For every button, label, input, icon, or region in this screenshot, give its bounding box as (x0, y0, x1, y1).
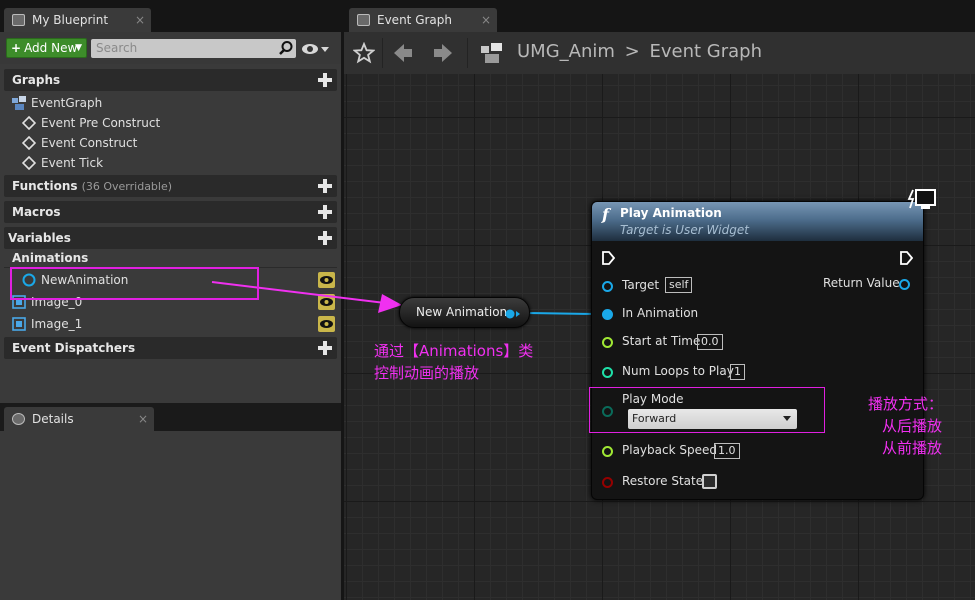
target-label: Target (622, 278, 660, 292)
highlight-play-mode (589, 387, 825, 433)
playback-speed-pin[interactable] (602, 446, 613, 457)
object-output-pin[interactable] (504, 308, 522, 320)
annotation-play-mode-line1: 播放方式： (868, 395, 944, 413)
annotation-animations-line2: 控制动画的播放 (374, 364, 480, 382)
target-input-pin[interactable] (602, 281, 613, 292)
return-value-pin[interactable] (899, 279, 910, 290)
restore-state-pin[interactable] (602, 477, 613, 488)
target-value: self (665, 277, 693, 293)
node-header: f Play Animation Target is User Widget (592, 202, 923, 241)
in-animation-pin[interactable] (602, 309, 613, 320)
annotation-play-mode: 播放方式： 从后播放 从前播放 (868, 393, 943, 459)
num-loops-pin[interactable] (602, 367, 613, 378)
exec-output-pin[interactable] (899, 251, 913, 265)
highlight-newanimation (10, 267, 259, 300)
restore-state-checkbox[interactable] (702, 474, 717, 489)
node-title: Play Animation (620, 206, 722, 220)
annotation-play-mode-line3: 从前播放 (882, 439, 943, 457)
annotation-play-mode-line2: 从后播放 (882, 417, 943, 435)
var-node-label: New Animation (416, 305, 508, 319)
in-animation-label: In Animation (622, 306, 699, 320)
return-value-label: Return Value (823, 276, 900, 290)
context-sensitive-icon (907, 189, 936, 209)
annotation-animations-line1: 通过【Animations】类 (374, 342, 534, 360)
exec-input-pin[interactable] (601, 251, 615, 265)
annotation-animations: 通过【Animations】类 控制动画的播放 (374, 340, 533, 384)
playback-speed-label: Playback Speed (622, 443, 717, 457)
num-loops-value[interactable]: 1 (730, 364, 745, 380)
start-time-label: Start at Time (622, 334, 701, 348)
new-animation-variable-node[interactable]: New Animation (399, 297, 530, 328)
playback-speed-value[interactable]: 1.0 (714, 443, 740, 459)
restore-state-label: Restore State (622, 474, 704, 488)
function-icon: f (602, 205, 609, 224)
node-subtitle: Target is User Widget (620, 223, 749, 237)
start-time-value[interactable]: 0.0 (697, 334, 723, 350)
num-loops-label: Num Loops to Play (622, 364, 734, 378)
start-time-pin[interactable] (602, 337, 613, 348)
